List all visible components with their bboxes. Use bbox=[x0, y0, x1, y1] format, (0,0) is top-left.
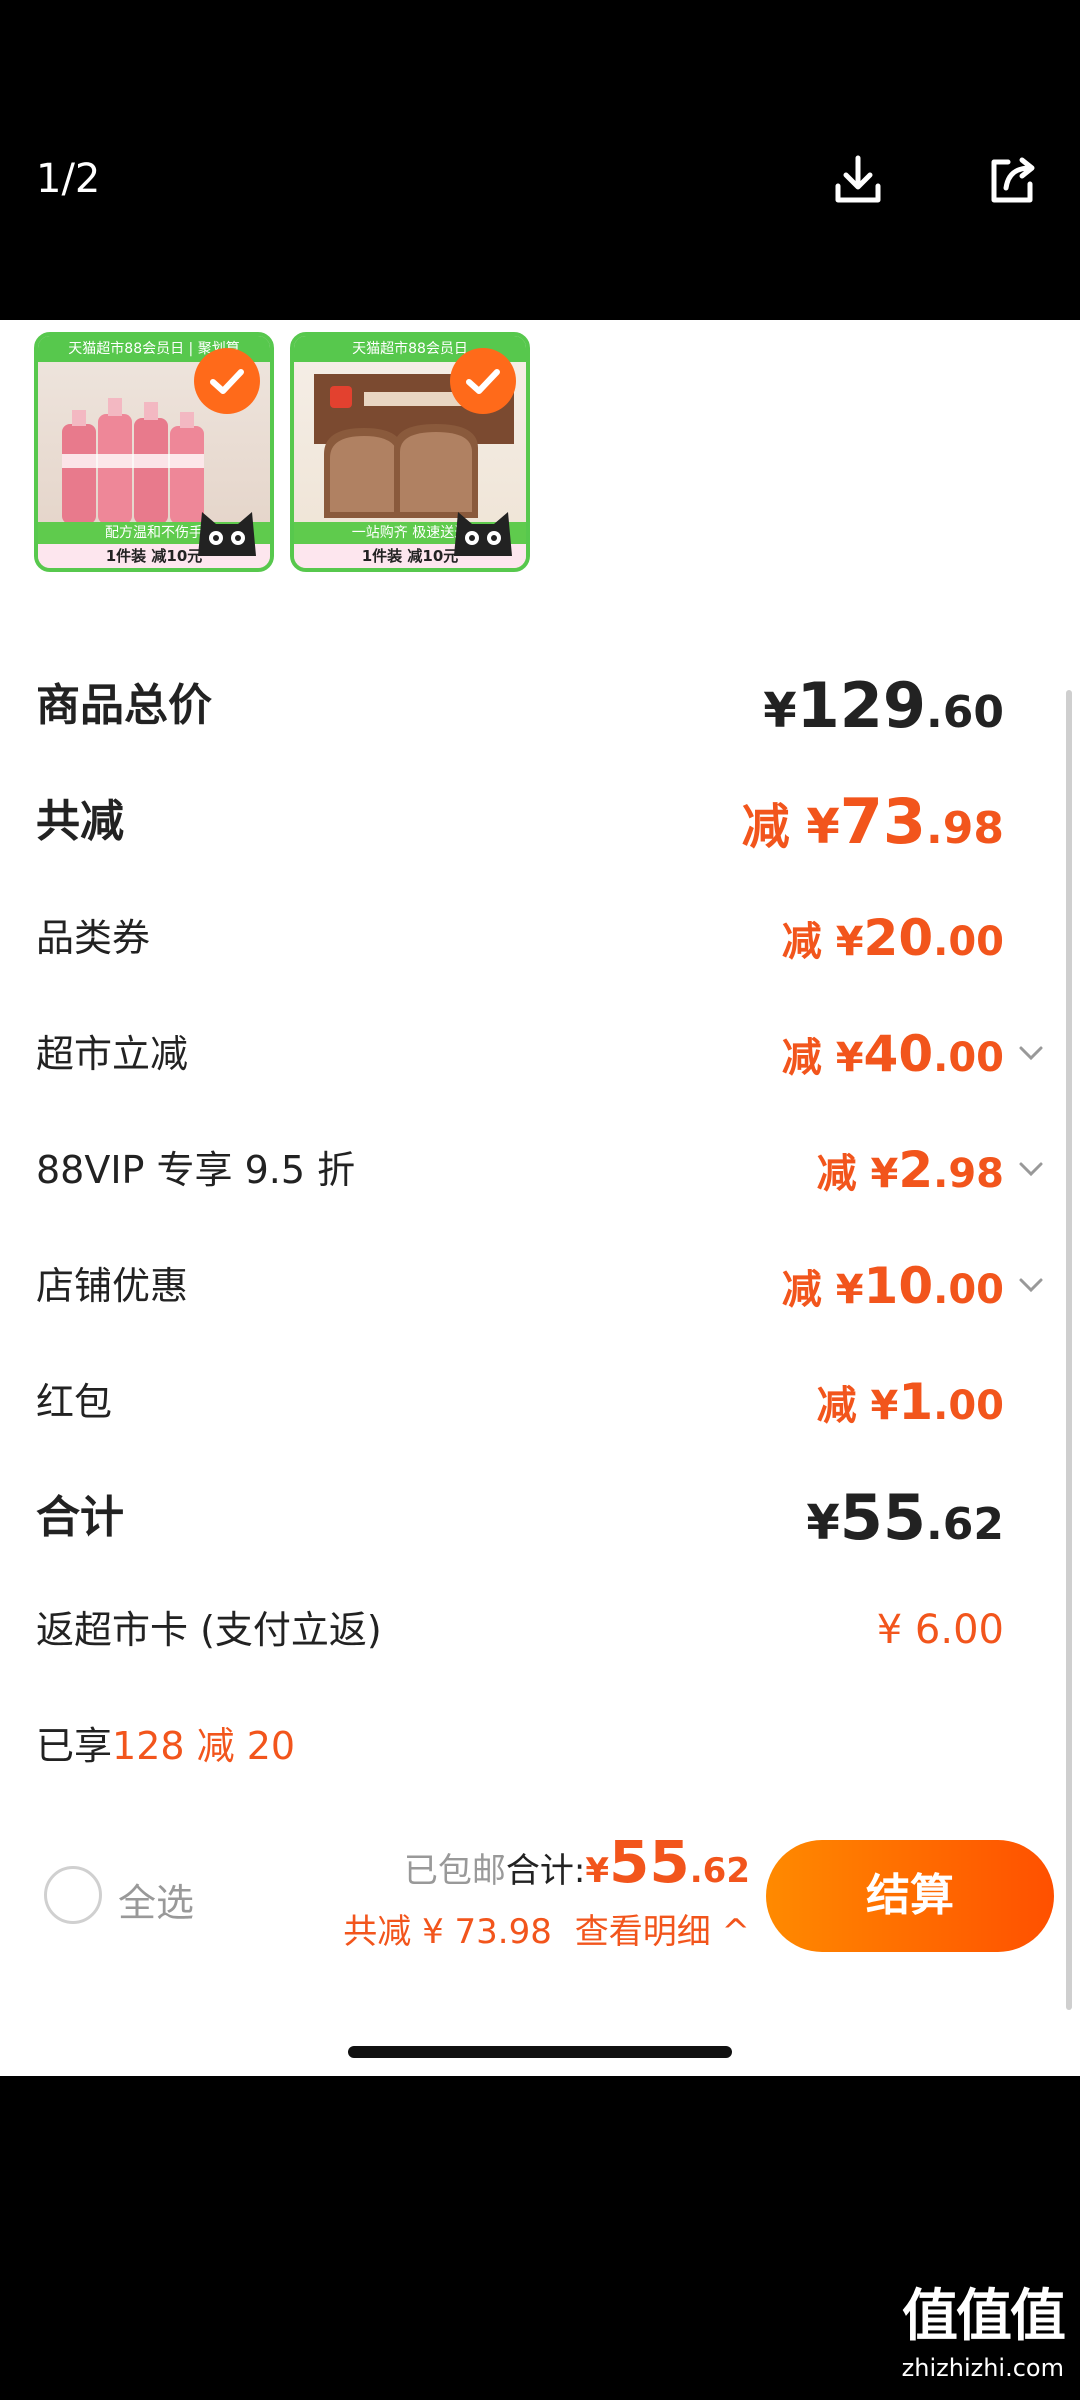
enjoyed-prefix: 已享 bbox=[36, 1724, 113, 1768]
footer-sum-prefix: ¥ bbox=[585, 1851, 610, 1891]
discount-label: 超市立减 bbox=[36, 1032, 189, 1076]
row-cashback: 返超市卡 (支付立返) ¥ 6.00 bbox=[36, 1590, 1046, 1670]
footer-sum-label: 合计: bbox=[505, 1851, 586, 1891]
discount-row: 红包 减 ¥1.00 bbox=[36, 1362, 1046, 1442]
total-reduction-value: 减 ¥73.98 bbox=[741, 785, 1004, 858]
discount-value: 减 ¥20.00 bbox=[781, 909, 1004, 967]
download-icon[interactable] bbox=[828, 150, 888, 210]
footer-reduction[interactable]: 共减 ¥ 73.98 查看明细 ^ bbox=[343, 1904, 750, 1953]
watermark-site: zhizhizhi.com bbox=[901, 2354, 1064, 2382]
select-all-radio[interactable] bbox=[44, 1866, 102, 1924]
tmall-cat-icon bbox=[198, 512, 256, 556]
viewer-top-bar: 1/2 bbox=[0, 0, 1080, 320]
chevron-down-icon[interactable] bbox=[1016, 1038, 1046, 1068]
total-price-value: ¥129.60 bbox=[763, 669, 1004, 742]
chevron-down-icon[interactable] bbox=[1016, 1154, 1046, 1184]
footer-reduction-text: 共减 ¥ 73.98 bbox=[343, 1912, 552, 1952]
discount-label: 红包 bbox=[36, 1380, 113, 1424]
discount-row[interactable]: 88VIP 专享 9.5 折 减 ¥2.98 bbox=[36, 1130, 1046, 1210]
sum-label: 合计 bbox=[36, 1492, 124, 1543]
total-price-label: 商品总价 bbox=[36, 680, 212, 731]
selected-check-icon[interactable] bbox=[194, 348, 260, 414]
sum-value: ¥55.62 bbox=[806, 1481, 1004, 1554]
select-all-label[interactable]: 全选 bbox=[118, 1872, 194, 1927]
discount-value: 减 ¥10.00 bbox=[781, 1257, 1004, 1315]
discount-label: 品类券 bbox=[36, 916, 151, 960]
discount-value: 减 ¥2.98 bbox=[816, 1141, 1004, 1199]
discount-row[interactable]: 超市立减 减 ¥40.00 bbox=[36, 1014, 1046, 1094]
discount-value: 减 ¥1.00 bbox=[816, 1373, 1004, 1431]
footer-sum: 已包邮合计:¥55.62 bbox=[404, 1832, 750, 1907]
tmall-cat-icon bbox=[454, 512, 512, 556]
view-detail-link[interactable]: 查看明细 ^ bbox=[575, 1912, 750, 1952]
discount-label: 88VIP 专享 9.5 折 bbox=[36, 1148, 356, 1192]
discount-value: 减 ¥40.00 bbox=[781, 1025, 1004, 1083]
discount-row[interactable]: 店铺优惠 减 ¥10.00 bbox=[36, 1246, 1046, 1326]
discount-row: 品类券 减 ¥20.00 bbox=[36, 898, 1046, 978]
chevron-down-icon[interactable] bbox=[1016, 1270, 1046, 1300]
shipping-text: 已包邮 bbox=[403, 1851, 506, 1891]
footer-sum-int: 55 bbox=[609, 1828, 690, 1896]
cashback-label: 返超市卡 (支付立返) bbox=[36, 1608, 382, 1652]
selected-check-icon[interactable] bbox=[450, 348, 516, 414]
share-icon[interactable] bbox=[982, 150, 1042, 210]
page-counter: 1/2 bbox=[36, 156, 101, 202]
home-indicator[interactable] bbox=[348, 2046, 732, 2058]
product-thumb-2[interactable]: 天猫超市88会员日 一站购齐 极速送达 1件装 减10元 bbox=[290, 332, 530, 572]
product-thumb-1[interactable]: 天猫超市88会员日 | 聚划算 配方温和不伤手 1件装 减10元 bbox=[34, 332, 274, 572]
enjoyed-value: 128 减 20 bbox=[112, 1724, 296, 1768]
discount-label: 店铺优惠 bbox=[36, 1264, 189, 1308]
row-sum: 合计 ¥55.62 bbox=[36, 1478, 1046, 1558]
checkout-button[interactable]: 结算 bbox=[766, 1840, 1054, 1952]
row-total-reduction: 共减 减 ¥73.98 bbox=[36, 782, 1046, 862]
footer-sum-dec: .62 bbox=[689, 1851, 750, 1891]
cashback-value: ¥ 6.00 bbox=[876, 1607, 1004, 1653]
total-reduction-label: 共减 bbox=[36, 796, 124, 847]
scrollbar[interactable] bbox=[1066, 690, 1072, 2010]
row-total-price: 商品总价 ¥129.60 bbox=[36, 666, 1046, 746]
row-enjoyed: 已享128 减 20 bbox=[36, 1706, 1046, 1786]
order-detail-sheet: 天猫超市88会员日 | 聚划算 配方温和不伤手 1件装 减10元 天猫超市88会… bbox=[0, 320, 1080, 2076]
watermark-logo: 值值值 bbox=[902, 2284, 1066, 2349]
enjoyed-text: 已享128 减 20 bbox=[36, 1706, 295, 1786]
